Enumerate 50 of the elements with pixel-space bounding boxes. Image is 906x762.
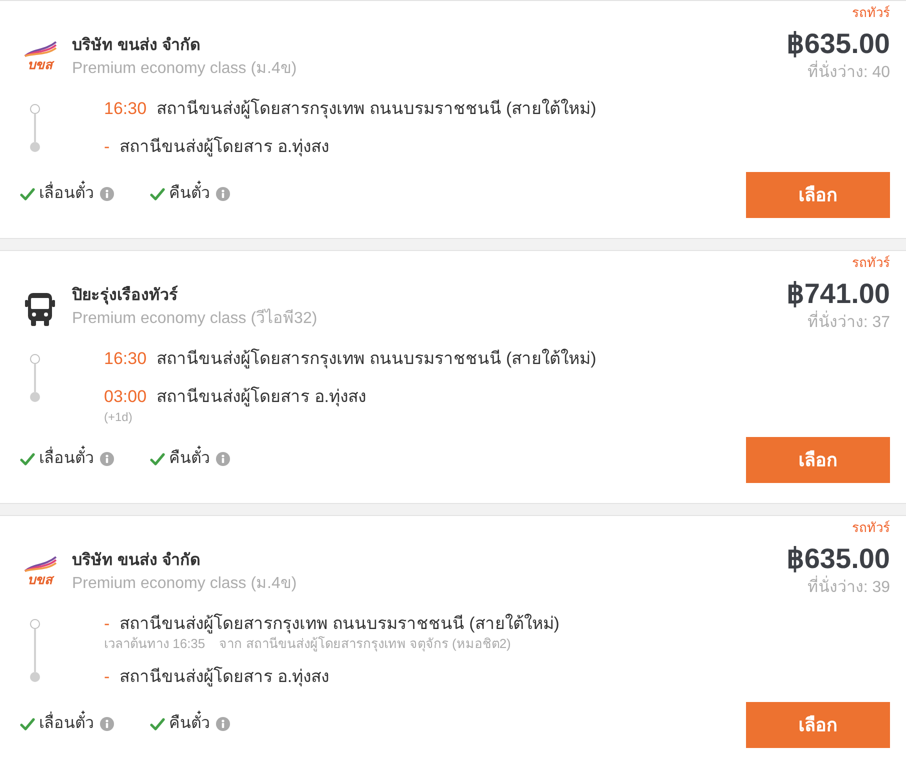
price: ฿635.00	[786, 27, 890, 60]
stop-time: -	[104, 666, 110, 688]
info-icon[interactable]	[216, 452, 230, 466]
bus-class: Premium economy class (ม.4ข)	[72, 59, 297, 79]
stop-time: -	[104, 613, 110, 635]
station-name: สถานีขนส่งผู้โดยสาร อ.ทุ่งสง	[120, 136, 330, 158]
price: ฿741.00	[786, 277, 890, 310]
next-day-note: (+1d)	[104, 410, 132, 424]
bus-type-tag: รถทัวร์	[852, 255, 890, 271]
bus-type-tag: รถทัวร์	[852, 520, 890, 536]
select-button[interactable]: เลือก	[746, 172, 890, 218]
select-button[interactable]: เลือก	[746, 702, 890, 748]
station-name: สถานีขนส่งผู้โดยสารกรุงเทพ ถนนบรมราชชนนี (สายใต้ใหม่)	[120, 612, 560, 636]
station-name: สถานีขนส่งผู้โดยสารกรุงเทพ ถนนบรมราชชนนี (สายใต้ใหม่)	[156, 98, 596, 120]
info-icon[interactable]	[216, 187, 230, 201]
select-button[interactable]: เลือก	[746, 437, 890, 483]
seats-available: ที่นั่งว่าง: 39	[807, 578, 890, 598]
logo-swoosh-icon	[23, 41, 57, 57]
info-icon[interactable]	[100, 717, 114, 731]
stop-time: -	[104, 136, 110, 158]
bus-class: Premium economy class (ม.4ข)	[72, 574, 297, 594]
feature-label: คืนตั๋ว	[169, 713, 210, 735]
station-name: สถานีขนส่งผู้โดยสารกรุงเทพ ถนนบรมราชชนนี (สายใต้ใหม่)	[156, 348, 596, 370]
bus-icon	[25, 293, 55, 326]
info-icon[interactable]	[100, 187, 114, 201]
seats-available: ที่นั่งว่าง: 37	[807, 313, 890, 333]
bus-class: Premium economy class (วีไอพี32)	[72, 308, 318, 329]
origin-note: จาก สถานีขนส่งผู้โดยสารกรุงเทพ จตุจักร (หมอชิต2)	[219, 637, 511, 651]
feature-label: เลื่อนตั๋ว	[39, 183, 94, 205]
logo-text: บขส	[28, 572, 52, 587]
stop-time: 03:00	[104, 386, 147, 408]
bus-type-tag: รถทัวร์	[852, 5, 890, 21]
logo-swoosh-icon	[23, 556, 57, 572]
feature-label: คืนตั๋ว	[169, 448, 210, 470]
station-name: สถานีขนส่งผู้โดยสาร อ.ทุ่งสง	[156, 386, 366, 408]
seats-available: ที่นั่งว่าง: 40	[807, 63, 890, 83]
operator-name: ปิยะรุ่งเรืองทัวร์	[72, 285, 179, 306]
operator-name: บริษัท ขนส่ง จำกัด	[72, 36, 201, 56]
info-icon[interactable]	[216, 717, 230, 731]
price: ฿635.00	[786, 542, 890, 576]
stop-time: 16:30	[104, 98, 147, 120]
operator-name: บริษัท ขนส่ง จำกัด	[72, 550, 201, 571]
feature-label: เลื่อนตั๋ว	[39, 713, 94, 735]
stop-time: 16:30	[104, 348, 147, 370]
feature-label: คืนตั๋ว	[169, 183, 210, 205]
logo-text: บขส	[28, 57, 52, 72]
station-name: สถานีขนส่งผู้โดยสาร อ.ทุ่งสง	[120, 666, 330, 688]
info-icon[interactable]	[100, 452, 114, 466]
feature-label: เลื่อนตั๋ว	[39, 448, 94, 470]
departure-time-note: เวลาต้นทาง 16:35	[104, 637, 206, 651]
